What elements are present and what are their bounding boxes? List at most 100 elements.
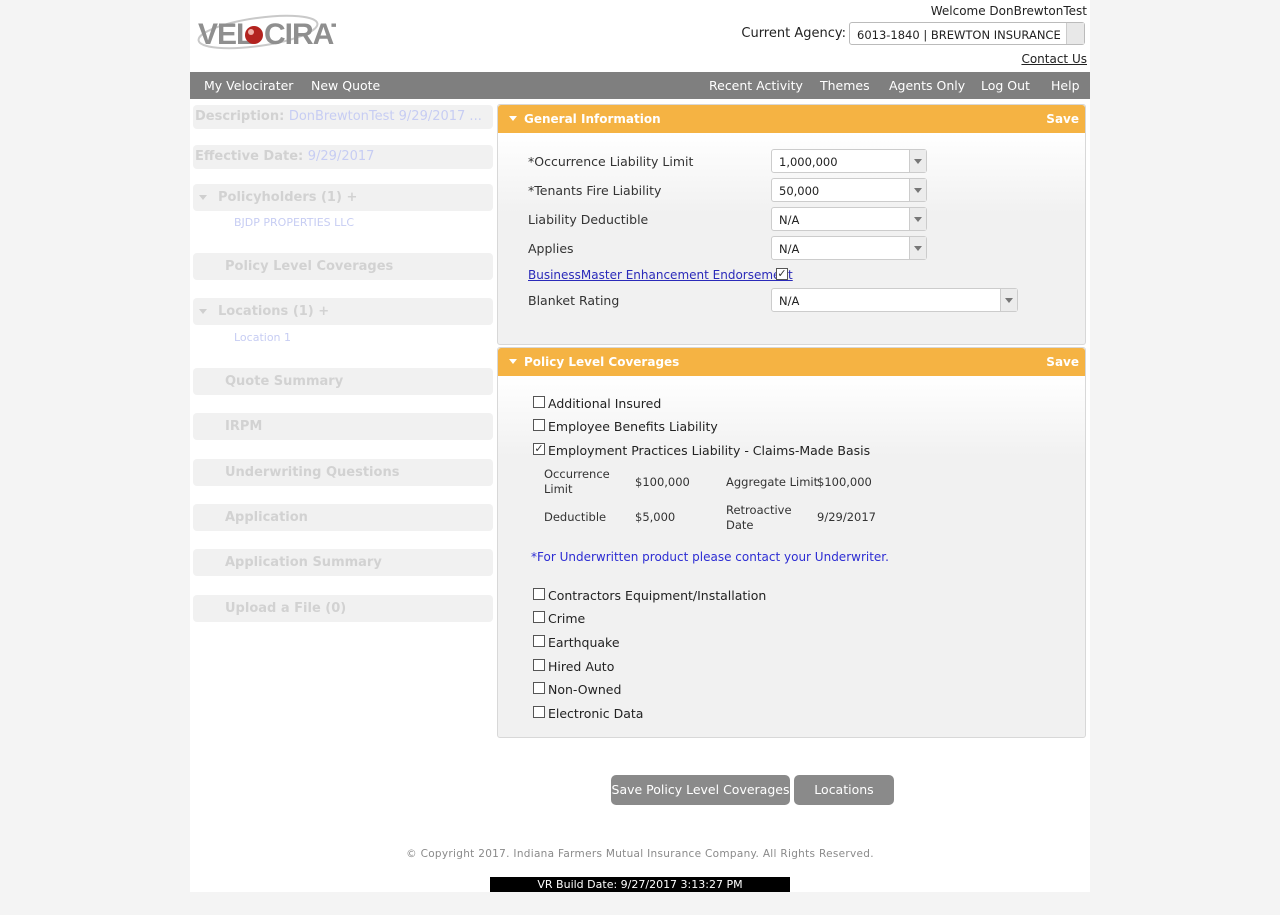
chevron-down-icon xyxy=(1066,23,1084,44)
general-save-link[interactable]: Save xyxy=(1046,112,1079,126)
locations-label: Locations (1) + xyxy=(218,304,330,319)
velocirater-logo[interactable]: VEL CIRATER xyxy=(196,2,336,68)
sidebar-item-policyholders[interactable]: Policyholders (1) + xyxy=(193,184,493,211)
electronic-data-label: Electronic Data xyxy=(548,706,644,721)
occurrence-limit-label: *Occurrence Liability Limit xyxy=(528,154,694,169)
liability-deductible-select[interactable]: N/A xyxy=(771,207,927,231)
blanket-rating-select[interactable]: N/A xyxy=(771,288,1018,312)
applies-select[interactable]: N/A xyxy=(771,236,927,260)
occurrence-limit-select[interactable]: 1,000,000 xyxy=(771,149,927,173)
blanket-rating-label: Blanket Rating xyxy=(528,293,620,308)
epl-retroactive-date-value: 9/29/2017 xyxy=(817,510,876,524)
application-label: Application xyxy=(225,510,308,525)
applies-value: N/A xyxy=(779,242,800,256)
contractors-equipment-label: Contractors Equipment/Installation xyxy=(548,588,767,603)
liability-deductible-value: N/A xyxy=(779,213,800,227)
sidebar-item-policy-level-coverages[interactable]: Policy Level Coverages xyxy=(193,253,493,280)
employee-benefits-checkbox[interactable] xyxy=(533,419,545,431)
chevron-down-icon xyxy=(909,150,926,172)
earthquake-label: Earthquake xyxy=(548,635,620,650)
policy-level-coverages-header[interactable]: Policy Level Coverages Save xyxy=(498,348,1085,376)
tenants-fire-select[interactable]: 50,000 xyxy=(771,178,927,202)
quote-summary-label: Quote Summary xyxy=(225,374,344,389)
chevron-down-icon xyxy=(199,309,207,314)
chevron-down-icon xyxy=(909,237,926,259)
chevron-down-icon xyxy=(509,359,517,364)
sidebar-item-quote-summary[interactable]: Quote Summary xyxy=(193,368,493,395)
coverages-save-link[interactable]: Save xyxy=(1046,355,1079,369)
hired-auto-checkbox[interactable] xyxy=(533,659,545,671)
policy-level-coverages-panel: Policy Level Coverages Save Additional I… xyxy=(497,347,1086,738)
sidebar-item-application[interactable]: Application xyxy=(193,504,493,531)
nav-recent-activity[interactable]: Recent Activity xyxy=(709,78,803,93)
current-agency-select[interactable]: 6013-1840 | BREWTON INSURANCE xyxy=(849,22,1085,45)
sidebar-item-underwriting-questions[interactable]: Underwriting Questions xyxy=(193,459,493,486)
applies-label: Applies xyxy=(528,241,574,256)
policy-level-coverages-label: Policy Level Coverages xyxy=(225,259,394,274)
crime-checkbox[interactable] xyxy=(533,611,545,623)
copyright-text: © Copyright 2017. Indiana Farmers Mutual… xyxy=(406,848,874,860)
general-information-title: General Information xyxy=(524,112,661,126)
epl-occurrence-limit-value: $100,000 xyxy=(635,475,690,489)
location-1-link[interactable]: Location 1 xyxy=(234,331,291,344)
general-information-panel: General Information Save *Occurrence Lia… xyxy=(497,104,1086,345)
epl-occurrence-limit-label: Occurrence Limit xyxy=(544,467,610,496)
irpm-label: IRPM xyxy=(225,419,263,434)
epl-aggregate-limit-value: $100,000 xyxy=(817,475,872,489)
businessmaster-endorsement-link[interactable]: BusinessMaster Enhancement Endorsement xyxy=(528,268,793,282)
sidebar-item-upload-file[interactable]: Upload a File (0) xyxy=(193,595,493,622)
general-information-header[interactable]: General Information Save xyxy=(498,105,1085,133)
save-policy-level-coverages-button[interactable]: Save Policy Level Coverages xyxy=(611,775,790,805)
epl-deductible-label: Deductible xyxy=(544,510,607,524)
sidebar-item-locations[interactable]: Locations (1) + xyxy=(193,298,493,325)
sidebar-item-application-summary[interactable]: Application Summary xyxy=(193,549,493,576)
description-label: Description: xyxy=(195,109,285,124)
non-owned-checkbox[interactable] xyxy=(533,682,545,694)
chevron-down-icon xyxy=(199,195,207,200)
svg-text:CIRATER: CIRATER xyxy=(264,18,336,51)
businessmaster-checkbox[interactable]: ✓ xyxy=(776,268,788,280)
current-agency-label: Current Agency: xyxy=(741,26,846,41)
tenants-fire-value: 50,000 xyxy=(779,184,820,198)
chevron-down-icon xyxy=(909,179,926,201)
page: VEL CIRATER Welcome DonBrewtonTest Curre… xyxy=(190,0,1090,892)
occurrence-limit-value: 1,000,000 xyxy=(779,155,838,169)
main-nav: My Velocirater New Quote Recent Activity… xyxy=(190,72,1090,99)
chevron-down-icon xyxy=(1000,289,1017,311)
contact-us-link[interactable]: Contact Us xyxy=(1021,52,1087,66)
non-owned-label: Non-Owned xyxy=(548,682,622,697)
epl-checkbox[interactable]: ✓ xyxy=(533,443,545,455)
chevron-down-icon xyxy=(909,208,926,230)
sidebar-effective-date[interactable]: Effective Date: 9/29/2017 xyxy=(193,145,493,169)
policy-level-coverages-title: Policy Level Coverages xyxy=(524,355,680,369)
epl-deductible-value: $5,000 xyxy=(635,510,676,524)
chevron-down-icon xyxy=(509,116,517,121)
underwriter-note: *For Underwritten product please contact… xyxy=(531,550,889,564)
crime-label: Crime xyxy=(548,611,586,626)
current-agency-value: 6013-1840 | BREWTON INSURANCE xyxy=(857,28,1061,42)
nav-help[interactable]: Help xyxy=(1051,78,1080,93)
policyholders-label: Policyholders (1) + xyxy=(218,190,358,205)
electronic-data-checkbox[interactable] xyxy=(533,706,545,718)
tenants-fire-label: *Tenants Fire Liability xyxy=(528,183,662,198)
upload-file-label: Upload a File (0) xyxy=(225,601,347,616)
nav-my-velocirater[interactable]: My Velocirater xyxy=(204,78,293,93)
epl-aggregate-limit-label: Aggregate Limit xyxy=(726,475,819,489)
nav-new-quote[interactable]: New Quote xyxy=(311,78,380,93)
nav-themes[interactable]: Themes xyxy=(820,78,870,93)
blanket-rating-value: N/A xyxy=(779,294,800,308)
liability-deductible-label: Liability Deductible xyxy=(528,212,649,227)
hired-auto-label: Hired Auto xyxy=(548,659,615,674)
employee-benefits-label: Employee Benefits Liability xyxy=(548,419,718,434)
policyholder-link[interactable]: BJDP PROPERTIES LLC xyxy=(234,216,354,229)
earthquake-checkbox[interactable] xyxy=(533,635,545,647)
nav-agents-only[interactable]: Agents Only xyxy=(889,78,965,93)
sidebar-description[interactable]: Description: DonBrewtonTest 9/29/2017 ..… xyxy=(193,105,493,129)
nav-log-out[interactable]: Log Out xyxy=(981,78,1030,93)
locations-button[interactable]: Locations xyxy=(794,775,894,805)
contractors-equipment-checkbox[interactable] xyxy=(533,588,545,600)
sidebar-item-irpm[interactable]: IRPM xyxy=(193,413,493,440)
additional-insured-checkbox[interactable] xyxy=(533,396,545,408)
effective-date-value: 9/29/2017 xyxy=(307,149,375,164)
application-summary-label: Application Summary xyxy=(225,555,382,570)
